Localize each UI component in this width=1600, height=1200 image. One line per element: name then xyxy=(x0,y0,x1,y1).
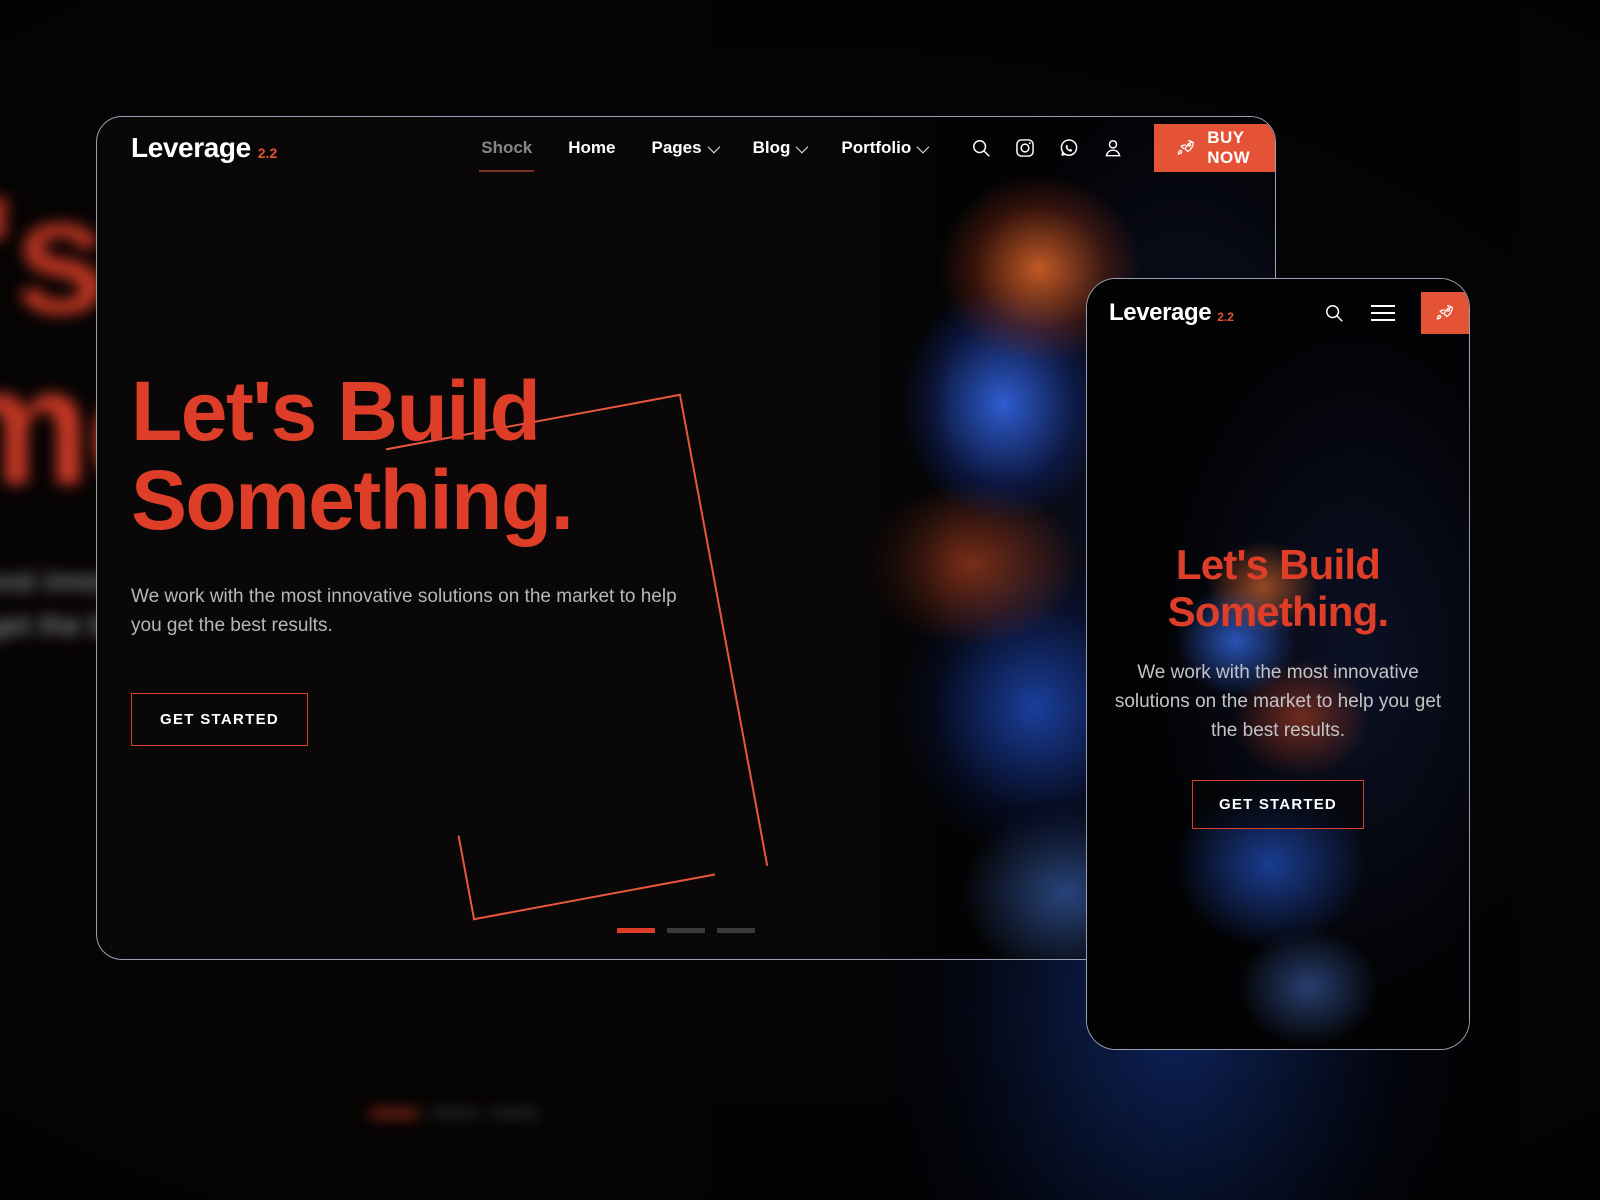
nav-item-shock[interactable]: Shock xyxy=(463,124,550,172)
mobile-hero-subtitle: We work with the most innovative solutio… xyxy=(1114,662,1442,741)
desktop-header: Leverage 2.2 Shock Home Pages Blog Portf… xyxy=(97,117,1275,179)
logo-text: Leverage xyxy=(1109,299,1212,326)
buy-now-label: BUY NOW xyxy=(1207,128,1251,167)
desktop-hero: Let's Build Something. We work with the … xyxy=(131,364,691,746)
header-icon-group xyxy=(970,137,1124,159)
logo-version: 2.2 xyxy=(257,145,278,161)
buy-now-button[interactable]: BUY NOW xyxy=(1154,124,1275,172)
logo-version: 2.2 xyxy=(1217,310,1234,324)
search-icon[interactable] xyxy=(1323,302,1345,324)
hero-subtitle: We work with the most innovative solutio… xyxy=(131,586,677,636)
mobile-hero-heading: Let's Build Something. xyxy=(1101,541,1455,635)
whatsapp-icon[interactable] xyxy=(1058,137,1080,159)
hero-heading: Let's Build Something. xyxy=(131,364,691,548)
rocket-icon xyxy=(1176,138,1196,158)
background-slider-dot xyxy=(370,1110,418,1117)
nav-item-home[interactable]: Home xyxy=(550,124,633,172)
hamburger-line xyxy=(1371,312,1395,314)
slider-pagination xyxy=(97,928,1275,933)
instagram-icon[interactable] xyxy=(1014,137,1036,159)
slider-dot-3[interactable] xyxy=(717,928,755,933)
square-edge-left xyxy=(457,835,476,921)
square-edge-bottom xyxy=(472,873,716,921)
nav-item-pages[interactable]: Pages xyxy=(634,124,735,172)
logo[interactable]: Leverage 2.2 xyxy=(131,132,277,164)
mobile-mockup: Leverage 2.2 Let's Build Something. We w… xyxy=(1086,278,1470,1050)
slider-dot-2[interactable] xyxy=(667,928,705,933)
nav-item-label: Shock xyxy=(481,138,533,157)
desktop-nav: Shock Home Pages Blog Portfolio xyxy=(463,124,944,172)
hero-heading-line1: Let's Build xyxy=(131,364,541,458)
hero-heading-line2: Something. xyxy=(131,453,574,548)
rocket-icon xyxy=(1435,303,1455,323)
hamburger-line xyxy=(1371,319,1395,321)
mobile-get-started-button[interactable]: GET STARTED xyxy=(1192,779,1364,829)
nav-item-label: Pages xyxy=(651,138,702,157)
chevron-down-icon xyxy=(916,140,930,153)
nav-item-label: Portfolio xyxy=(841,138,912,157)
chevron-down-icon xyxy=(707,140,720,153)
search-icon[interactable] xyxy=(970,137,992,159)
mobile-rocket-button[interactable] xyxy=(1421,292,1469,334)
mobile-header: Leverage 2.2 xyxy=(1087,279,1469,347)
background-slider-dot xyxy=(430,1110,478,1117)
mobile-logo[interactable]: Leverage 2.2 xyxy=(1109,299,1234,327)
mobile-hero-heading-line2: Something. xyxy=(1167,588,1389,636)
nav-item-portfolio[interactable]: Portfolio xyxy=(823,124,944,172)
nav-item-label: Home xyxy=(568,138,616,157)
background-slider-dot xyxy=(490,1110,538,1117)
hamburger-icon[interactable] xyxy=(1371,305,1395,321)
square-edge-right xyxy=(678,393,769,867)
mobile-hero: Let's Build Something. We work with the … xyxy=(1087,541,1469,829)
chevron-down-icon xyxy=(795,140,809,153)
logo-text: Leverage xyxy=(131,132,251,163)
slider-dot-1[interactable] xyxy=(617,928,655,933)
nav-item-label: Blog xyxy=(752,138,791,157)
mobile-action-group xyxy=(1323,292,1469,334)
presentation-stage: Let's Build Something. We work with the … xyxy=(0,0,1600,1200)
get-started-button[interactable]: GET STARTED xyxy=(131,692,309,746)
background-slider-dots xyxy=(370,1110,538,1117)
hamburger-line xyxy=(1371,305,1395,307)
nav-item-blog[interactable]: Blog xyxy=(735,124,824,172)
mobile-hero-heading-line1: Let's Build xyxy=(1175,541,1381,588)
user-icon[interactable] xyxy=(1102,137,1124,159)
